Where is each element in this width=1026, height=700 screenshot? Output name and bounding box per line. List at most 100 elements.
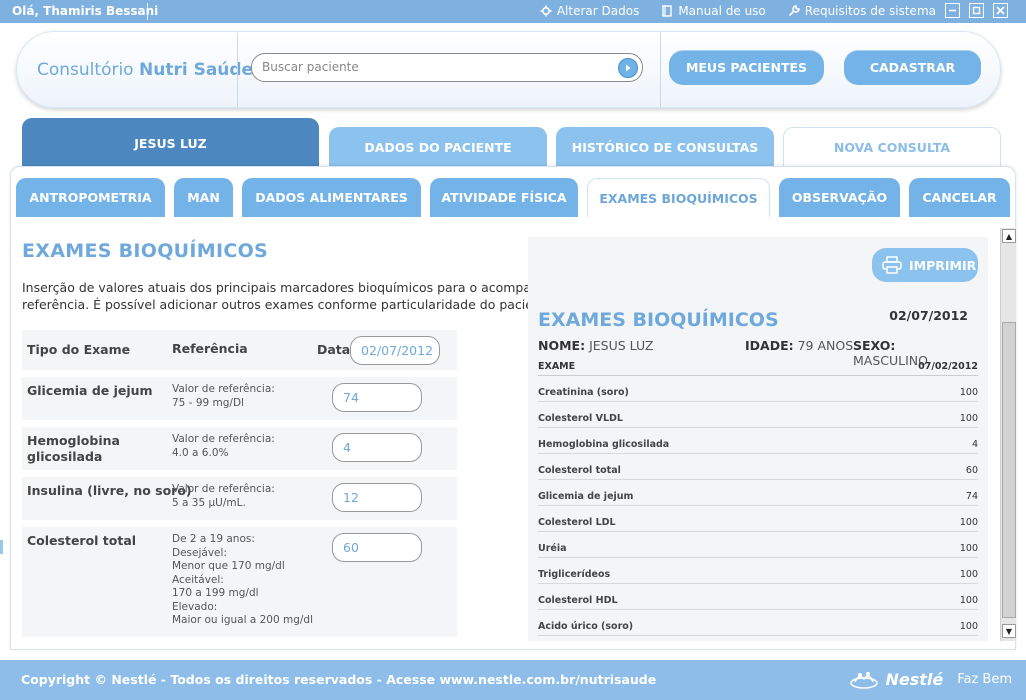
minimize-icon[interactable] (945, 3, 960, 18)
app-header: Consultório Nutri Saúde MEUS PACIENTES C… (16, 31, 1001, 108)
nome-label: NOME: (538, 338, 586, 353)
exam-value: 100 (959, 595, 978, 606)
exam-name: Acido úrico (soro) (538, 621, 634, 632)
table-row: Colesterol total 60 (538, 454, 978, 480)
tab-exames-bioquimicos[interactable]: EXAMES BIOQUÍMICOS (587, 178, 770, 217)
exam-name: Triglicerídeos (538, 569, 611, 580)
exam-value: 60 (965, 465, 978, 476)
tab-dados-paciente[interactable]: DADOS DO PACIENTE (329, 127, 547, 167)
description-line: Inserção de valores atuais dos principai… (22, 280, 528, 295)
exam-value-input[interactable]: 12 (332, 483, 422, 512)
idade-label: IDADE: (745, 338, 794, 353)
description-line: referência. É possível adicionar outros … (22, 297, 528, 312)
exam-name: Creatinina (soro) (538, 387, 629, 398)
wrench-icon (788, 5, 800, 17)
top-links: Alterar Dados Manual de uso Requisitos d… (540, 4, 936, 18)
scroll-up-icon[interactable]: ▲ (1002, 229, 1016, 243)
table-row: Colesterol LDL 100 (538, 506, 978, 532)
divider (147, 3, 148, 20)
tab-dados-alimentares[interactable]: DADOS ALIMENTARES (242, 178, 421, 217)
section-title: EXAMES BIOQUÍMICOS (22, 240, 269, 262)
date-field[interactable]: 02/07/2012 (350, 336, 440, 365)
exam-value: 100 (959, 517, 978, 528)
exam-value-input[interactable]: 60 (332, 533, 422, 562)
exam-reference: De 2 a 19 anos: Desejável: Menor que 170… (172, 533, 313, 626)
maximize-icon[interactable] (969, 3, 984, 18)
logo-prefix: Consultório (37, 60, 139, 80)
manual-de-uso-label: Manual de uso (678, 4, 766, 18)
footer: Copyright © Nestlé - Todos os direitos r… (0, 660, 1026, 700)
exam-row: Insulina (livre, no soro) Valor de refer… (22, 477, 457, 520)
exam-value: 100 (959, 569, 978, 580)
nestle-wordmark: Nestlé (885, 669, 944, 689)
top-bar: Olá, Thamiris Bessani Alterar Dados Manu… (0, 0, 1026, 23)
window-controls (945, 3, 1008, 18)
exam-name: Colesterol VLDL (538, 413, 623, 424)
exam-name: Glicemia de jejum (27, 383, 153, 398)
printer-icon (882, 256, 902, 274)
alterar-dados-link[interactable]: Alterar Dados (540, 4, 639, 18)
exam-row: Hemoglobina glicosilada Valor de referên… (22, 427, 457, 470)
table-row: Creatinina (soro) 100 (538, 376, 978, 402)
tagline: Faz Bem (957, 671, 1012, 687)
exam-value: 74 (965, 491, 978, 502)
gear-icon (540, 5, 552, 17)
exams-form: Tipo do Exame Referência Data 02/07/2012… (22, 330, 457, 644)
tab-atividade-fisica[interactable]: ATIVIDADE FÍSICA (430, 178, 578, 217)
table-row: Triglicerídeos 100 (538, 558, 978, 584)
tab-antropometria[interactable]: ANTROPOMETRIA (16, 178, 165, 217)
meus-pacientes-button[interactable]: MEUS PACIENTES (669, 50, 824, 85)
scroll-thumb[interactable] (1002, 322, 1016, 618)
scroll-down-icon[interactable]: ▼ (1002, 624, 1016, 638)
requisitos-label: Requisitos de sistema (804, 4, 936, 18)
exam-value-input[interactable]: 4 (332, 433, 422, 462)
tab-man[interactable]: MAN (174, 178, 233, 217)
report-title: EXAMES BIOQUÍMICOS (538, 309, 779, 331)
search-input[interactable] (262, 60, 612, 74)
cadastrar-button[interactable]: CADASTRAR (844, 50, 981, 85)
search-submit-icon[interactable] (618, 58, 638, 78)
col-data: Data (317, 342, 351, 357)
divider (237, 33, 238, 107)
exam-name: Hemoglobina glicosilada (27, 433, 120, 464)
exam-name: Colesterol total (538, 465, 621, 476)
divider (660, 33, 661, 107)
col-referencia: Referência (172, 341, 248, 356)
exam-reference: Valor de referência: 4.0 a 6.0% (172, 433, 275, 459)
tab-observacao[interactable]: OBSERVAÇÃO (779, 178, 900, 217)
print-button[interactable]: IMPRIMIR (872, 248, 978, 282)
tab-nova-consulta[interactable]: NOVA CONSULTA (783, 127, 1001, 167)
table-row: Acido úrico (soro) 100 (538, 610, 978, 636)
table-row: Glicemia de jejum 74 (538, 480, 978, 506)
report-table: Creatinina (soro) 100 Colesterol VLDL 100 … (538, 376, 978, 636)
tab-historico[interactable]: HISTÓRICO DE CONSULTAS (556, 127, 774, 167)
requisitos-link[interactable]: Requisitos de sistema (788, 4, 936, 18)
nome-value: JESUS LUZ (589, 338, 654, 353)
tab-patient-name[interactable]: JESUS LUZ (22, 118, 319, 168)
left-scroll-marker (0, 540, 3, 554)
sexo-label: SEXO: (853, 338, 896, 353)
tab-cancelar[interactable]: CANCELAR (909, 178, 1010, 217)
col-date: 07/02/2012 (918, 361, 978, 372)
greeting: Olá, Thamiris Bessani (12, 4, 159, 18)
close-icon[interactable] (993, 3, 1008, 18)
exam-reference: Valor de referência: 75 - 99 mg/Dl (172, 383, 275, 409)
col-tipo-exame: Tipo do Exame (27, 342, 131, 357)
exam-name: Colesterol HDL (538, 595, 618, 606)
col-exame: EXAME (538, 361, 576, 372)
exam-value: 100 (959, 543, 978, 554)
exam-value-input[interactable]: 74 (332, 383, 422, 412)
exam-name: Insulina (livre, no soro) (27, 483, 192, 498)
manual-de-uso-link[interactable]: Manual de uso (661, 4, 766, 18)
exam-value: 100 (959, 621, 978, 632)
vertical-scrollbar[interactable]: ▲ ▼ (1000, 228, 1016, 641)
exam-name: Glicemia de jejum (538, 491, 634, 502)
report-table-header: EXAME 07/02/2012 (538, 361, 978, 376)
report-date: 02/07/2012 (889, 308, 968, 323)
alterar-dados-label: Alterar Dados (556, 4, 640, 18)
table-row: Colesterol VLDL 100 (538, 402, 978, 428)
nest-logo-icon (850, 672, 879, 689)
copyright-text: Copyright © Nestlé - Todos os direitos r… (21, 672, 657, 687)
book-icon (662, 5, 673, 17)
search-box (251, 53, 643, 82)
